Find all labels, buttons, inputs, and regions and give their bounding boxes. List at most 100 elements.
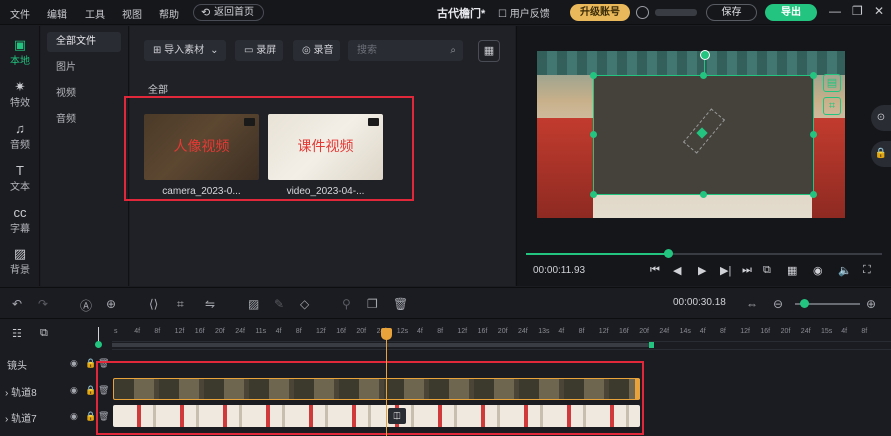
timeline-range-bar[interactable] xyxy=(112,343,652,347)
category-audio[interactable]: 音频 xyxy=(47,110,121,130)
record-screen-button[interactable]: ▭ 录屏 xyxy=(235,40,283,61)
fullscreen-icon[interactable]: ⛶ xyxy=(863,264,871,277)
nav-subtitle[interactable]: cc 字幕 xyxy=(0,205,40,235)
feedback-link[interactable]: ☐ 用户反馈 xyxy=(498,5,550,20)
resize-handle[interactable] xyxy=(590,191,597,198)
eye-icon[interactable]: ◉ xyxy=(70,385,78,396)
media-thumbnail-video[interactable]: 课件视频 xyxy=(268,114,383,180)
import-media-button[interactable]: ⊞ 导入素材 ⌄ xyxy=(144,40,226,61)
upgrade-button[interactable]: 升级账号 xyxy=(570,4,630,21)
resize-handle[interactable] xyxy=(590,72,597,79)
redo-icon[interactable]: ↷ xyxy=(38,297,48,311)
record-audio-button[interactable]: ◎ 录音 xyxy=(293,40,340,61)
lock-icon[interactable]: 🔒 xyxy=(85,358,96,369)
brush-icon[interactable]: ⚲ xyxy=(342,297,351,311)
code-icon[interactable]: ⟨⟩ xyxy=(149,297,158,311)
layers-icon[interactable]: ◇ xyxy=(300,297,309,311)
skip-end-icon[interactable]: ⏭ xyxy=(742,264,752,277)
resize-handle[interactable] xyxy=(700,72,707,79)
lock-icon[interactable]: 🔒 xyxy=(871,141,891,167)
crop-tool-icon[interactable]: ⌗ xyxy=(177,297,184,312)
ruler-tick-label: 12f xyxy=(174,328,185,335)
fit-icon[interactable]: ⇔ xyxy=(746,297,758,311)
music-icon: ♫ xyxy=(15,121,25,136)
rotate-handle[interactable] xyxy=(700,50,710,60)
ruler-tick-label: 20f xyxy=(215,328,225,335)
export-button[interactable]: 导出 xyxy=(765,4,817,21)
zoom-out-icon[interactable]: ⊖ xyxy=(773,297,783,311)
track-label-7: › 轨道7 xyxy=(5,414,37,425)
ruler-tick-label: 16f xyxy=(194,328,205,335)
nav-audio[interactable]: ♫ 音频 xyxy=(0,121,40,151)
ruler-tick-label: 4f xyxy=(699,328,706,335)
ruler-tick-label: 8f xyxy=(578,328,585,335)
snapshot-icon[interactable]: ◉ xyxy=(813,264,823,277)
category-videos[interactable]: 视频 xyxy=(47,84,121,104)
track-settings-icon[interactable]: ☷ xyxy=(12,327,22,340)
lock-icon[interactable]: 🔒 xyxy=(85,411,96,422)
red-pillar-left xyxy=(537,118,593,218)
resize-handle[interactable] xyxy=(590,131,597,138)
timeline-start-marker[interactable] xyxy=(95,341,102,348)
track-label-8: › 轨道8 xyxy=(5,388,37,399)
ratio-icon[interactable]: ⊙ xyxy=(871,105,891,131)
eye-icon[interactable]: ◉ xyxy=(70,358,78,369)
crop-icon[interactable]: ⌗ xyxy=(823,97,841,115)
undo-icon[interactable]: ↶ xyxy=(12,297,22,311)
ruler-tick-label: 8f xyxy=(437,328,444,335)
range-end-marker[interactable] xyxy=(649,342,654,348)
nav-text[interactable]: T 文本 xyxy=(0,163,40,193)
skip-start-icon[interactable]: ⏮ xyxy=(650,264,660,277)
pen-icon[interactable]: ✎ xyxy=(274,297,284,311)
ruler-tick-label: 4f xyxy=(841,328,848,335)
nav-local[interactable]: ▣ 本地 xyxy=(0,37,40,67)
resize-handle[interactable] xyxy=(810,191,817,198)
save-button[interactable]: 保存 xyxy=(706,4,757,21)
close-icon[interactable]: ✕ xyxy=(874,4,884,18)
avatar[interactable] xyxy=(636,6,649,19)
layer-icon[interactable]: ▤ xyxy=(823,74,841,92)
next-frame-icon[interactable]: ▶| xyxy=(720,264,731,277)
zoom-slider-knob[interactable] xyxy=(800,299,809,308)
category-all-files[interactable]: 全部文件 xyxy=(47,32,121,52)
image-edit-icon[interactable]: ▨ xyxy=(248,297,259,311)
ruler-tick-label: 16f xyxy=(477,328,488,335)
pip-icon[interactable]: ⧉ xyxy=(763,264,771,277)
maximize-icon[interactable]: ❐ xyxy=(852,4,863,18)
resize-handle[interactable] xyxy=(700,191,707,198)
menu-view[interactable]: 视图 xyxy=(122,6,142,21)
delete-icon[interactable]: 🗑 xyxy=(393,297,408,311)
volume-icon[interactable]: 🔈 xyxy=(838,264,852,277)
resize-handle[interactable] xyxy=(810,131,817,138)
copy-icon[interactable]: ❐ xyxy=(367,297,378,311)
resize-handle[interactable] xyxy=(810,72,817,79)
search-input[interactable]: 搜索 ⌕ xyxy=(348,40,463,61)
media-thumbnail-camera[interactable]: 人像视频 xyxy=(144,114,259,180)
target-icon[interactable]: ⊕ xyxy=(106,297,116,311)
category-images[interactable]: 图片 xyxy=(47,58,121,78)
prev-frame-icon[interactable]: ◀ xyxy=(673,264,681,277)
nav-background[interactable]: ▨ 背景 xyxy=(0,246,40,276)
playhead-handle[interactable] xyxy=(381,328,392,340)
menu-help[interactable]: 帮助 xyxy=(159,6,179,21)
nav-effects[interactable]: ✷ 特效 xyxy=(0,79,40,109)
lock-icon[interactable]: 🔒 xyxy=(85,385,96,396)
minimize-icon[interactable]: — xyxy=(829,4,841,18)
mirror-icon[interactable]: ⇋ xyxy=(205,297,215,311)
menu-file[interactable]: 文件 xyxy=(10,6,30,21)
back-home-button[interactable]: ⟲ 返回首页 xyxy=(193,4,264,21)
play-icon[interactable]: ▶ xyxy=(698,264,706,277)
ruler-tick-label: 12f xyxy=(457,328,468,335)
zoom-in-icon[interactable]: ⊕ xyxy=(866,297,876,311)
grid-view-icon[interactable]: ▦ xyxy=(478,40,500,62)
add-track-icon[interactable]: ⧉ xyxy=(40,327,48,340)
text-tool-icon[interactable]: Ⓐ xyxy=(80,297,92,314)
roof-tiles xyxy=(537,51,845,75)
menu-tools[interactable]: 工具 xyxy=(85,6,105,21)
menu-edit[interactable]: 编辑 xyxy=(47,6,67,21)
ruler-tick-label: 12f xyxy=(598,328,609,335)
eye-icon[interactable]: ◉ xyxy=(70,411,78,422)
grid-icon[interactable]: ▦ xyxy=(787,264,797,277)
ruler-tick-label: 11s xyxy=(255,328,267,335)
highlight-box-tracks xyxy=(96,361,644,435)
